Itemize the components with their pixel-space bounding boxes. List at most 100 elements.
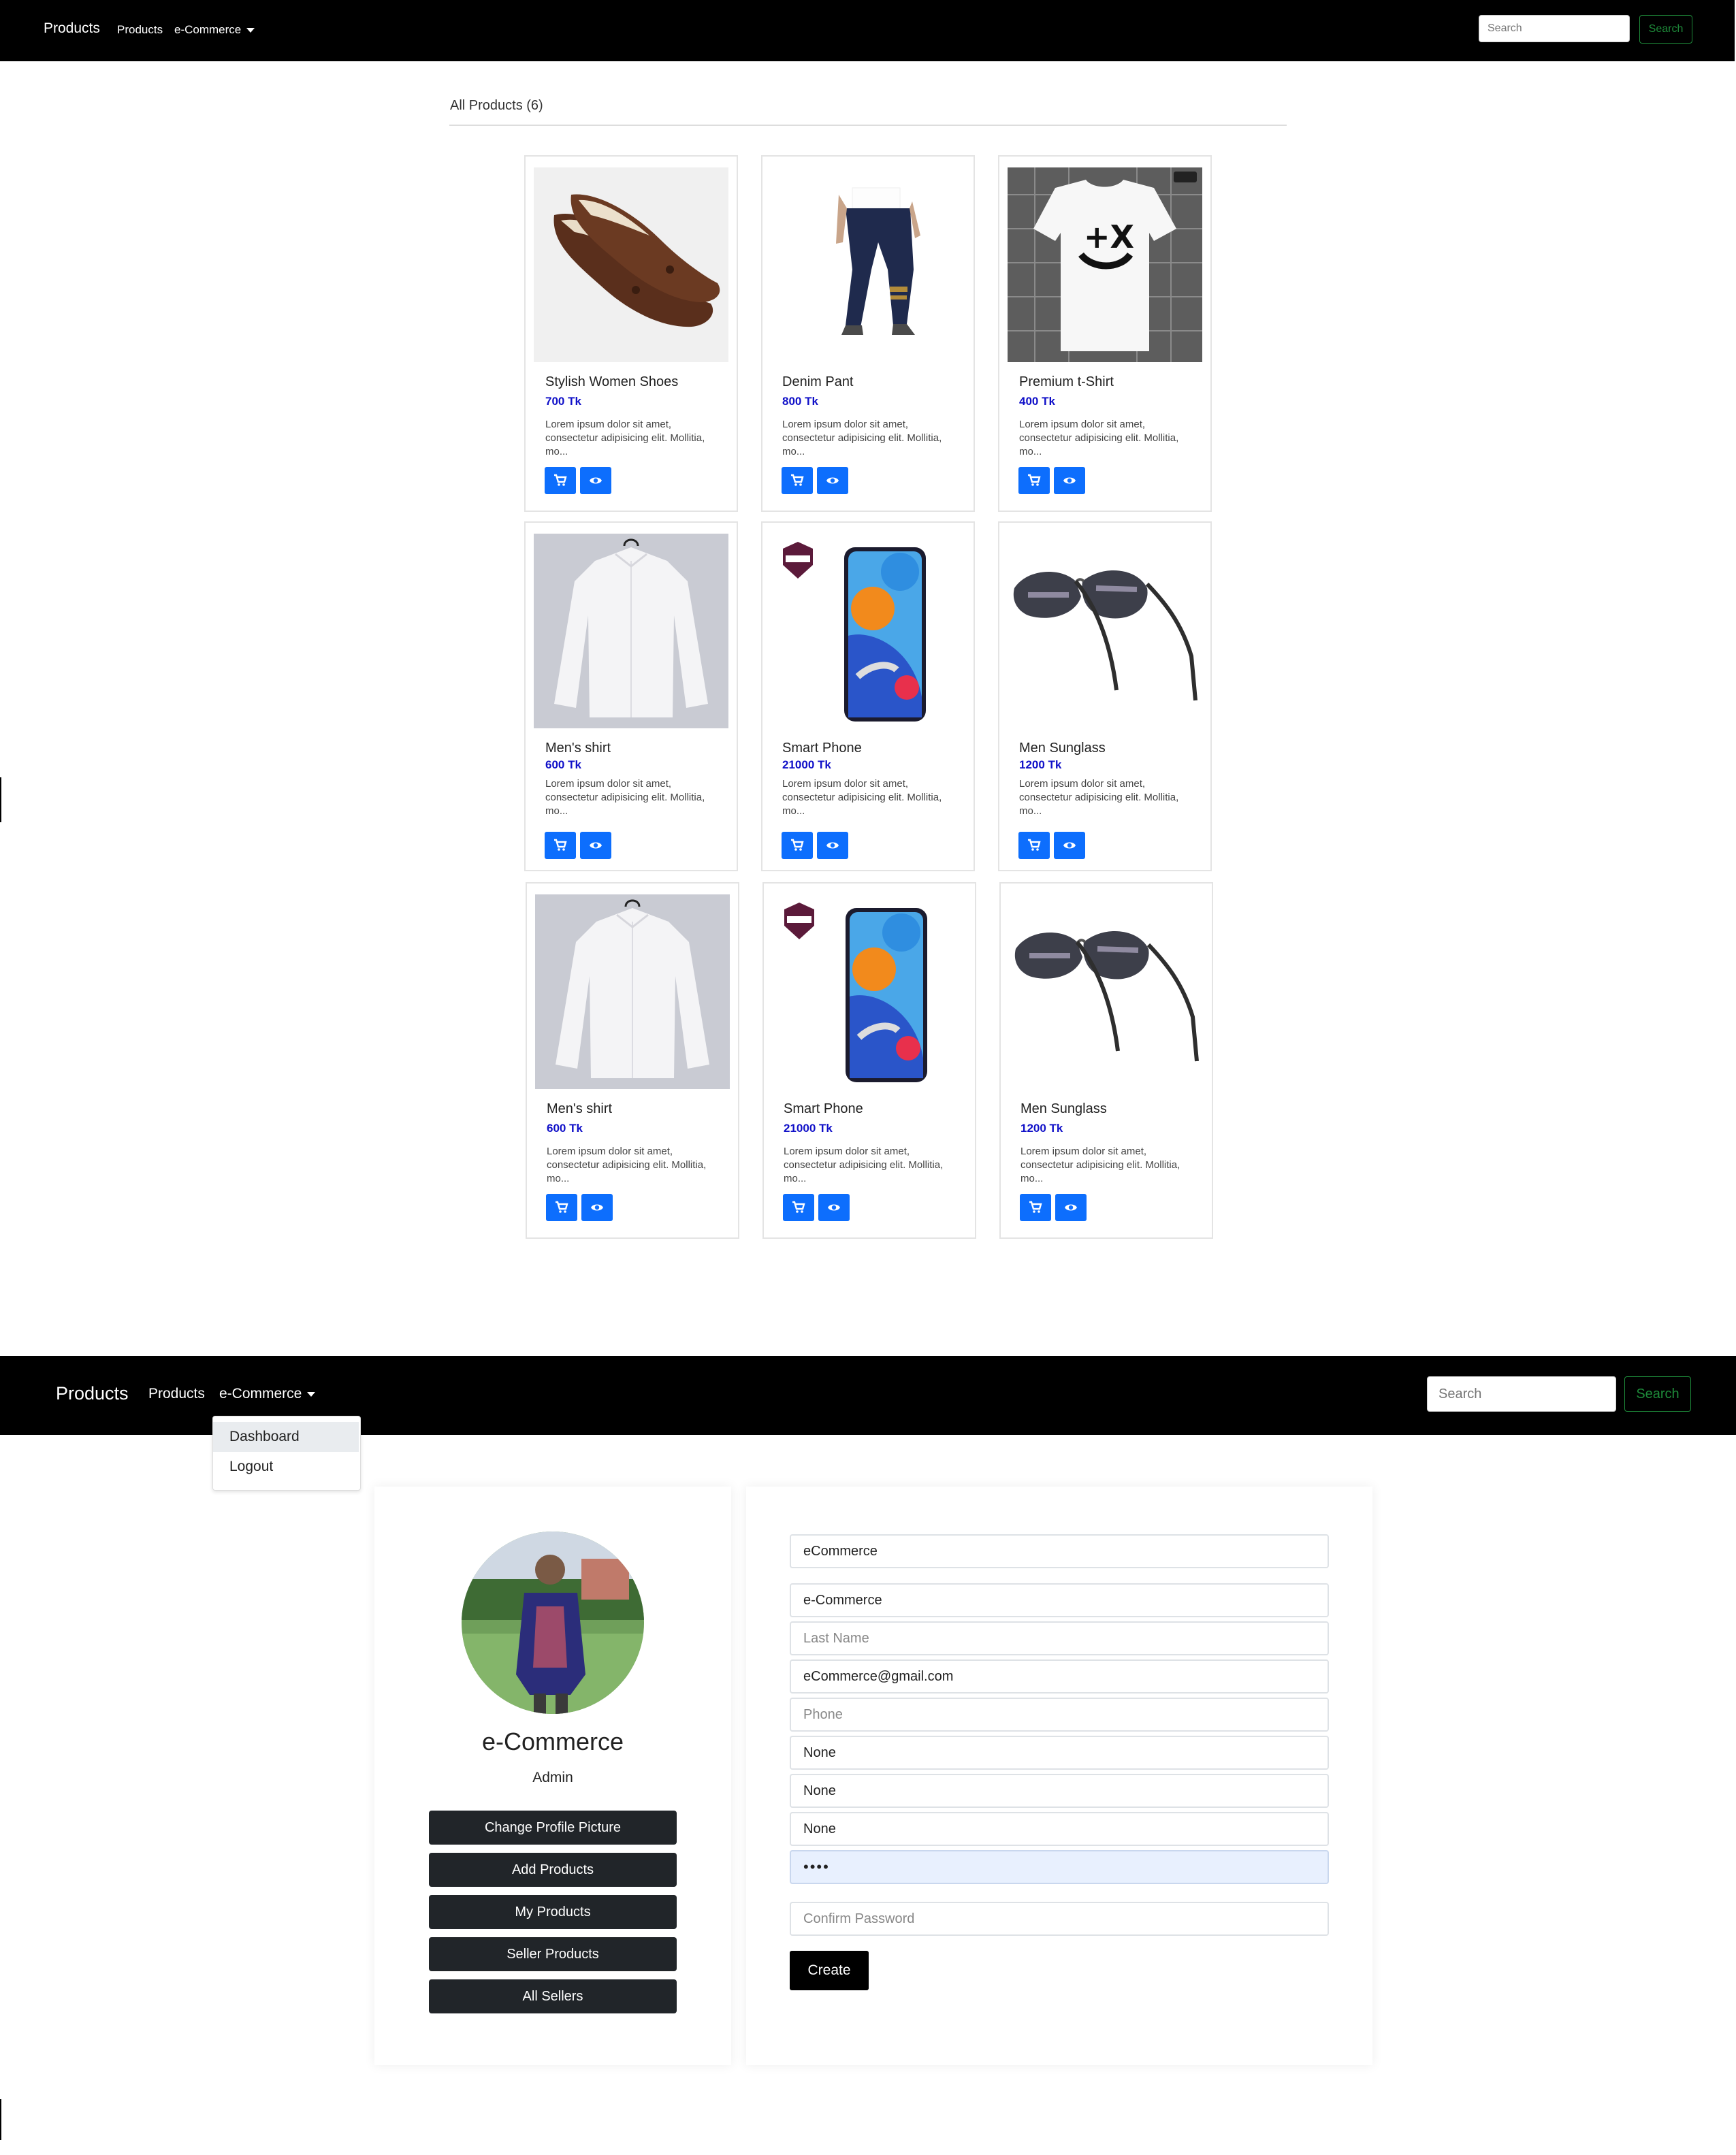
- view-product-button[interactable]: [1054, 467, 1085, 494]
- product-image-sunglasses[interactable]: [1008, 534, 1202, 728]
- product-description: Lorem ipsum dolor sit amet, consectetur …: [1019, 419, 1179, 457]
- nav-dropdown-ecommerce[interactable]: e-Commerce: [174, 23, 255, 37]
- product-card[interactable]: Stylish Women Shoes 700 Tk Lorem ipsum d…: [524, 155, 738, 512]
- search-input[interactable]: [1479, 15, 1630, 42]
- add-to-cart-button[interactable]: [782, 467, 813, 494]
- nav-dropdown-ecommerce[interactable]: e-Commerce: [219, 1386, 316, 1402]
- product-title[interactable]: Smart Phone: [784, 1101, 863, 1117]
- product-description: Lorem ipsum dolor sit amet, consectetur …: [547, 1146, 707, 1184]
- username-field[interactable]: eCommerce: [790, 1534, 1329, 1568]
- product-price: 600 Tk: [545, 758, 581, 771]
- product-price: 600 Tk: [547, 1122, 583, 1135]
- last-name-field[interactable]: Last Name: [790, 1621, 1329, 1655]
- email-field[interactable]: eCommerce@gmail.com: [790, 1659, 1329, 1694]
- create-button[interactable]: Create: [790, 1951, 869, 1990]
- confirm-password-field[interactable]: Confirm Password: [790, 1902, 1329, 1936]
- product-card[interactable]: Men's shirt 600 Tk Lorem ipsum dolor sit…: [524, 521, 738, 871]
- product-image-tshirt[interactable]: +X: [1008, 167, 1202, 362]
- view-product-button[interactable]: [817, 832, 848, 859]
- cart-icon: [1029, 1201, 1042, 1213]
- add-to-cart-button[interactable]: [1018, 467, 1050, 494]
- eye-icon: [1063, 842, 1076, 849]
- all-sellers-button[interactable]: All Sellers: [429, 1979, 677, 2013]
- product-title[interactable]: Stylish Women Shoes: [545, 374, 678, 390]
- add-to-cart-button[interactable]: [546, 1194, 577, 1221]
- add-products-button[interactable]: Add Products: [429, 1853, 677, 1887]
- dropdown-item-logout[interactable]: Logout: [213, 1452, 359, 1482]
- country-field[interactable]: None: [790, 1812, 1329, 1846]
- view-product-button[interactable]: [818, 1194, 850, 1221]
- product-title[interactable]: Men's shirt: [547, 1101, 612, 1117]
- view-product-button[interactable]: [1055, 1194, 1087, 1221]
- add-to-cart-button[interactable]: [1020, 1194, 1051, 1221]
- product-card[interactable]: Denim Pant 800 Tk Lorem ipsum dolor sit …: [761, 155, 975, 512]
- product-image-phone[interactable]: [771, 534, 965, 728]
- dropdown-item-dashboard[interactable]: Dashboard: [213, 1422, 359, 1452]
- navbar-brand[interactable]: Products: [56, 1383, 129, 1404]
- product-image-shirt[interactable]: [534, 534, 728, 728]
- product-title[interactable]: Smart Phone: [782, 741, 862, 756]
- product-title[interactable]: Men Sunglass: [1019, 741, 1106, 756]
- seller-products-button[interactable]: Seller Products: [429, 1937, 677, 1971]
- eye-icon: [591, 1204, 603, 1211]
- products-heading: All Products (6): [450, 98, 543, 113]
- product-description: Lorem ipsum dolor sit amet, consectetur …: [545, 778, 705, 817]
- add-to-cart-button[interactable]: [782, 832, 813, 859]
- product-image-shirt[interactable]: [535, 894, 730, 1089]
- product-title[interactable]: Men's shirt: [545, 741, 611, 756]
- city-field[interactable]: None: [790, 1774, 1329, 1808]
- ecommerce-dropdown-menu: Dashboard Logout: [212, 1416, 361, 1491]
- product-card[interactable]: +X Premium t-Shirt 400 Tk Lorem ipsum do…: [998, 155, 1212, 512]
- my-products-button[interactable]: My Products: [429, 1895, 677, 1929]
- product-card[interactable]: Men's shirt 600 Tk Lorem ipsum dolor sit…: [526, 882, 739, 1239]
- product-image-phone[interactable]: [772, 894, 967, 1089]
- caret-down-icon: [246, 28, 255, 33]
- product-price: 1200 Tk: [1019, 758, 1062, 771]
- add-to-cart-button[interactable]: [545, 832, 576, 859]
- add-to-cart-button[interactable]: [783, 1194, 814, 1221]
- first-name-field[interactable]: e-Commerce: [790, 1583, 1329, 1617]
- product-image-denim[interactable]: [771, 167, 965, 362]
- product-price: 800 Tk: [782, 395, 818, 408]
- view-product-button[interactable]: [581, 1194, 613, 1221]
- add-to-cart-button[interactable]: [545, 467, 576, 494]
- heading-divider: [449, 125, 1287, 126]
- view-product-button[interactable]: [817, 467, 848, 494]
- view-product-button[interactable]: [580, 832, 611, 859]
- search-input[interactable]: [1427, 1376, 1616, 1412]
- product-image-shoes[interactable]: [534, 167, 728, 362]
- address-field[interactable]: None: [790, 1736, 1329, 1770]
- nav-link-products[interactable]: Products: [117, 23, 163, 37]
- search-button[interactable]: Search: [1639, 15, 1692, 44]
- password-field[interactable]: ••••: [790, 1850, 1329, 1884]
- cart-icon: [791, 474, 804, 486]
- product-card[interactable]: Smart Phone 21000 Tk Lorem ipsum dolor s…: [762, 882, 976, 1239]
- product-title[interactable]: Premium t-Shirt: [1019, 374, 1114, 390]
- avatar[interactable]: [462, 1532, 644, 1714]
- product-card[interactable]: Smart Phone 21000 Tk Lorem ipsum dolor s…: [761, 521, 975, 871]
- add-to-cart-button[interactable]: [1018, 832, 1050, 859]
- product-title[interactable]: Men Sunglass: [1020, 1101, 1107, 1117]
- view-product-button[interactable]: [580, 467, 611, 494]
- cart-icon: [556, 1201, 568, 1213]
- product-title[interactable]: Denim Pant: [782, 374, 854, 390]
- product-description: Lorem ipsum dolor sit amet, consectetur …: [1020, 1146, 1180, 1184]
- product-card[interactable]: Men Sunglass 1200 Tk Lorem ipsum dolor s…: [998, 521, 1212, 871]
- phone-field[interactable]: Phone: [790, 1698, 1329, 1732]
- eye-icon: [826, 477, 839, 484]
- view-product-button[interactable]: [1054, 832, 1085, 859]
- eye-icon: [590, 477, 602, 484]
- eye-icon: [828, 1204, 840, 1211]
- cart-icon: [792, 1201, 805, 1213]
- product-card[interactable]: Men Sunglass 1200 Tk Lorem ipsum dolor s…: [999, 882, 1213, 1239]
- cart-icon: [554, 474, 567, 486]
- product-image-sunglasses[interactable]: [1009, 894, 1204, 1089]
- navbar-brand[interactable]: Products: [44, 20, 100, 37]
- nav-dropdown-label: e-Commerce: [174, 23, 242, 36]
- cart-icon: [1028, 839, 1041, 851]
- profile-name: e-Commerce: [481, 1728, 624, 1755]
- product-description: Lorem ipsum dolor sit amet, consectetur …: [784, 1146, 944, 1184]
- nav-link-products[interactable]: Products: [148, 1386, 205, 1402]
- search-button[interactable]: Search: [1624, 1376, 1691, 1412]
- change-profile-picture-button[interactable]: Change Profile Picture: [429, 1811, 677, 1845]
